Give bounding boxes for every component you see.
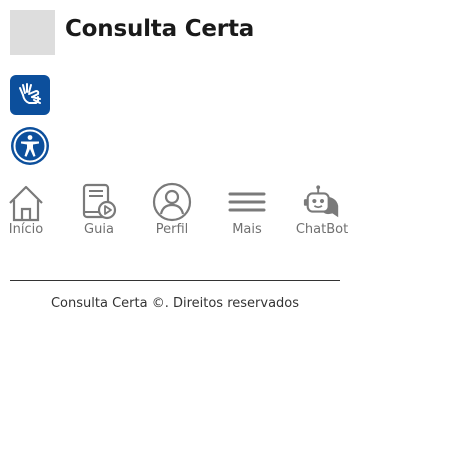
nav-label-chatbot: ChatBot [295,222,349,237]
app-title: Consulta Certa [65,16,255,42]
footer-divider [10,280,340,281]
menu-icon [228,192,266,212]
sign-language-hand-icon [19,83,41,104]
nav-item-chatbot[interactable]: ChatBot [293,182,351,237]
guide-video-icon [82,183,117,220]
nav-item-perfil[interactable]: Perfil [152,182,192,237]
libras-button[interactable] [10,75,50,115]
footer-copyright: Consulta Certa ©. Direitos reservados [50,296,300,311]
nav-item-guia[interactable]: Guia [79,182,119,237]
chatbot-icon [303,185,339,218]
bottom-nav: Início Guia Perfil Mais ChatBot [0,182,360,242]
accessibility-button[interactable] [10,126,50,166]
nav-label-perfil: Perfil [155,222,189,237]
app-logo [10,10,55,55]
profile-icon [152,182,192,222]
nav-label-mais: Mais [232,222,262,237]
home-icon [9,185,43,222]
nav-item-inicio[interactable]: Início [6,182,46,237]
nav-label-guia: Guia [84,222,114,237]
accessibility-person-icon [11,127,49,165]
nav-item-mais[interactable]: Mais [227,182,267,237]
nav-label-inicio: Início [8,222,44,237]
